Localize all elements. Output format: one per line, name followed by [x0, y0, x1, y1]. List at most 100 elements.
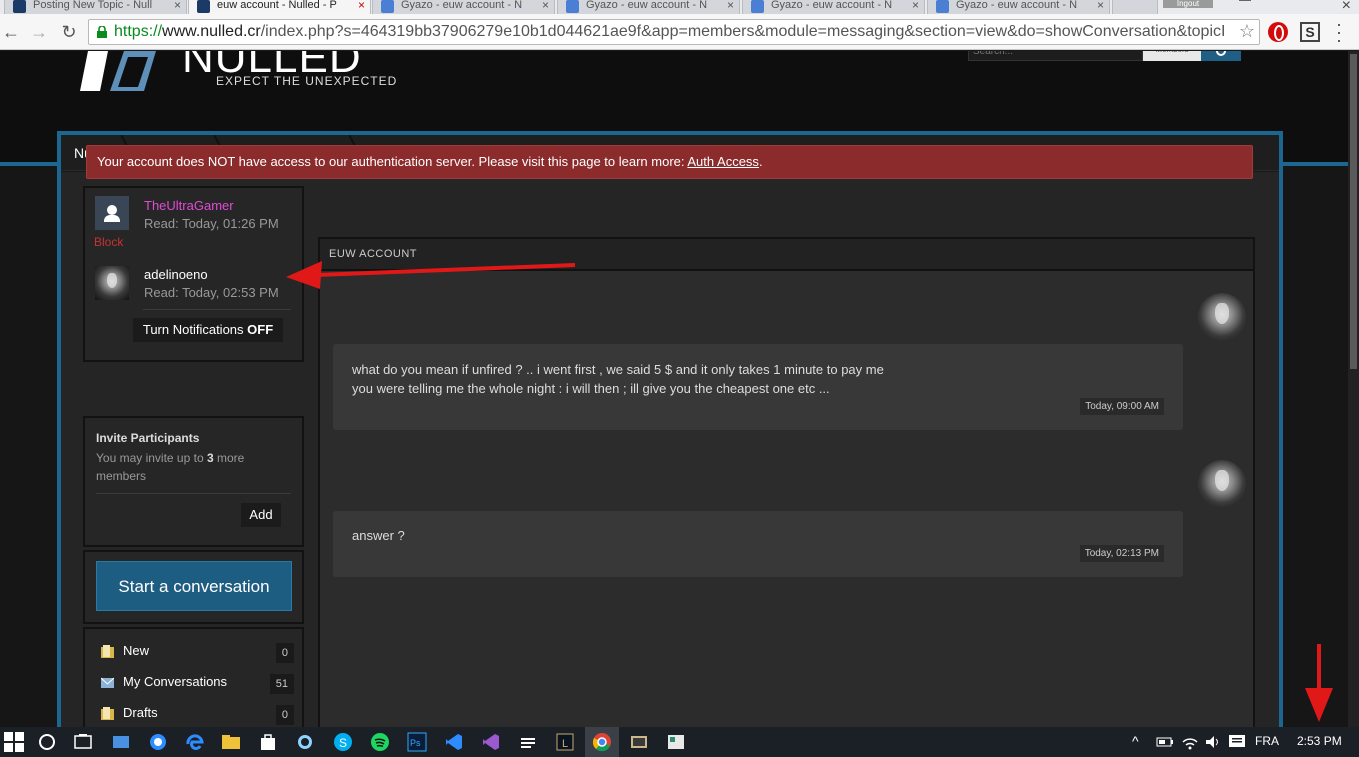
url-text: https://www.nulled.cr/index.php?s=464319… [114, 23, 1226, 40]
divider [96, 493, 291, 494]
participant-read-status: Read: Today, 02:53 PM [144, 285, 279, 300]
invite-description: You may invite up to 3 more members [96, 451, 245, 483]
start-conversation-button[interactable]: Start a conversation [96, 561, 292, 611]
message-timestamp: Today, 09:00 AM [1080, 398, 1164, 415]
reload-icon[interactable]: ↻ [58, 21, 80, 43]
gyazo-favicon-icon [751, 0, 764, 13]
windows-start-icon[interactable] [4, 732, 24, 752]
cortana-icon[interactable] [37, 732, 57, 752]
folder-icon [101, 645, 114, 658]
opera-extension-icon[interactable] [1268, 22, 1288, 42]
nulled-logo-icon[interactable] [78, 51, 158, 91]
svg-text:S: S [339, 736, 347, 750]
auth-access-link[interactable]: Auth Access [687, 154, 759, 169]
battery-icon[interactable] [1155, 732, 1175, 752]
spotify-icon[interactable] [370, 732, 390, 752]
gyazo-favicon-icon [566, 0, 579, 13]
app-icon[interactable] [295, 732, 315, 752]
app-icon[interactable] [518, 732, 538, 752]
language-indicator[interactable]: FRA [1255, 734, 1279, 748]
photoshop-icon[interactable]: Ps [407, 732, 427, 752]
app-icon[interactable] [111, 732, 131, 752]
folder-count-badge: 0 [275, 705, 294, 725]
header-accent-line [1281, 162, 1348, 166]
toggle-notifications-button[interactable]: Turn Notifications OFF [133, 318, 283, 342]
close-tab-icon[interactable]: × [174, 0, 181, 12]
search-button[interactable] [1201, 51, 1241, 61]
forward-arrow-icon[interactable]: → [28, 21, 50, 43]
browser-tab-active[interactable]: euw account - Nulled - P × [188, 0, 371, 14]
app-icon[interactable] [629, 732, 649, 752]
skype-icon[interactable]: S [333, 732, 353, 752]
file-explorer-icon[interactable] [221, 732, 241, 752]
participant-name[interactable]: adelinoeno [144, 267, 208, 282]
message-bubble: answer ? Today, 02:13 PM [333, 511, 1183, 577]
close-tab-icon[interactable]: × [542, 0, 549, 12]
participant-name[interactable]: TheUltraGamer [144, 198, 234, 213]
address-bar[interactable]: https://www.nulled.cr/index.php?s=464319… [88, 19, 1260, 45]
folder-icon [101, 707, 114, 720]
lock-icon [97, 26, 107, 38]
avatar[interactable] [1198, 293, 1246, 341]
participants-panel: TheUltraGamer Read: Today, 01:26 PM Bloc… [83, 186, 304, 362]
edge-icon[interactable] [185, 732, 205, 752]
back-arrow-icon[interactable]: ← [0, 21, 22, 43]
svg-text:Ps: Ps [410, 738, 421, 748]
chrome-icon[interactable] [592, 732, 612, 752]
league-of-legends-icon[interactable]: L [555, 732, 575, 752]
browser-tab[interactable]: Gyazo - euw account - N × [557, 0, 740, 14]
browser-tab[interactable]: Gyazo - euw account - N × [372, 0, 555, 14]
wifi-icon[interactable] [1180, 732, 1200, 752]
folder-item-new[interactable]: New 0 [99, 641, 294, 663]
page-scrollbar[interactable] [1348, 51, 1359, 727]
app-icon[interactable] [148, 732, 168, 752]
app-icon[interactable] [666, 732, 686, 752]
scrollbar-thumb[interactable] [1350, 54, 1357, 369]
close-window-icon[interactable]: × [1342, 0, 1351, 14]
avatar[interactable] [95, 266, 129, 300]
store-icon[interactable] [258, 732, 278, 752]
close-tab-icon[interactable]: × [1097, 0, 1104, 12]
nulled-favicon-icon [197, 0, 210, 13]
browser-tab[interactable]: Posting New Topic - Null × [4, 0, 187, 14]
invite-title: Invite Participants [96, 431, 200, 445]
gyazo-favicon-icon [381, 0, 394, 13]
svg-text:L: L [562, 738, 568, 750]
envelope-icon [101, 677, 114, 688]
windows-taskbar: S Ps L ^ FRA 2:53 PM [0, 727, 1359, 757]
close-tab-icon[interactable]: × [358, 0, 365, 12]
task-view-icon[interactable] [73, 732, 93, 752]
nulled-favicon-icon [13, 0, 26, 13]
vscode-icon[interactable] [444, 732, 464, 752]
minimize-icon[interactable] [1239, 0, 1251, 1]
chevron-up-icon[interactable]: ^ [1132, 733, 1139, 749]
folder-count-badge: 51 [269, 674, 294, 694]
avatar[interactable] [1198, 460, 1246, 508]
browser-tab[interactable]: Gyazo - euw account - N × [927, 0, 1110, 14]
search-input[interactable]: Search... [968, 51, 1143, 61]
action-center-icon[interactable] [1227, 732, 1247, 752]
add-participant-button[interactable]: Add [241, 503, 281, 527]
search-scope-select[interactable]: Members [1143, 51, 1201, 61]
new-tab-button[interactable] [1112, 0, 1158, 14]
message-text: answer ? [352, 528, 405, 543]
clock[interactable]: 2:53 PM [1297, 734, 1342, 748]
invite-panel: Invite Participants You may invite up to… [83, 416, 304, 547]
close-tab-icon[interactable]: × [912, 0, 919, 12]
close-tab-icon[interactable]: × [727, 0, 734, 12]
profile-button[interactable]: Ingout [1163, 0, 1213, 8]
s-extension-icon[interactable]: S [1300, 22, 1320, 42]
visual-studio-icon[interactable] [481, 732, 501, 752]
browser-tab[interactable]: Gyazo - euw account - N × [742, 0, 925, 14]
browser-menu-icon[interactable]: · · · [1336, 15, 1342, 49]
message-bubble: what do you mean if unfired ? .. i went … [333, 344, 1183, 430]
browser-tab-strip: Posting New Topic - Null × euw account -… [0, 0, 1359, 14]
block-link[interactable]: Block [94, 235, 123, 249]
default-avatar-icon[interactable] [95, 196, 129, 230]
logo-tagline: EXPECT THE UNEXPECTED [216, 74, 398, 88]
volume-icon[interactable] [1203, 732, 1223, 752]
folder-item-drafts[interactable]: Drafts 0 [99, 703, 294, 725]
folder-count-badge: 0 [275, 643, 294, 663]
bookmark-star-icon[interactable]: ☆ [1239, 21, 1255, 42]
folder-item-my-conversations[interactable]: My Conversations 51 [99, 672, 294, 694]
